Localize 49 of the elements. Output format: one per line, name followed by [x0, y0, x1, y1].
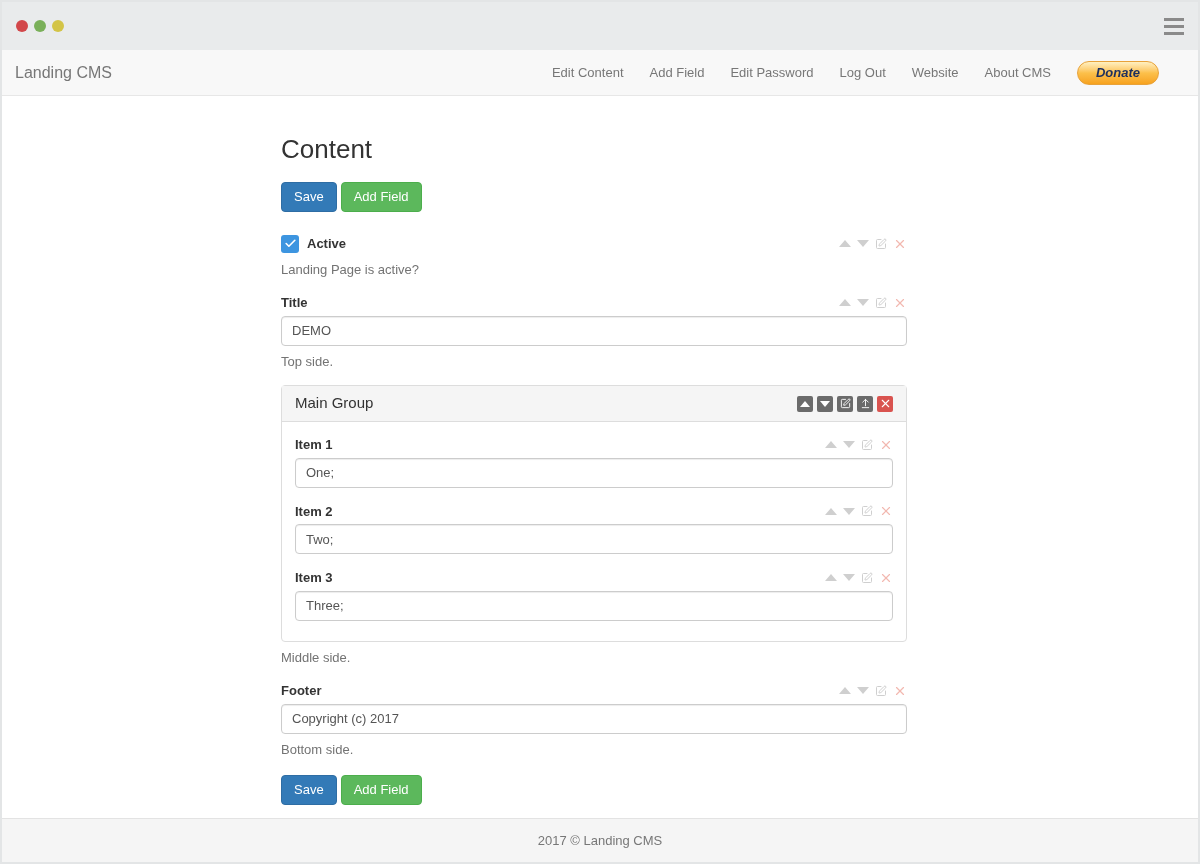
triangle-up-icon[interactable] [839, 687, 851, 695]
checkbox[interactable] [281, 234, 299, 253]
triangle-down-icon[interactable] [857, 299, 869, 307]
page-heading: Content [281, 133, 374, 166]
triangle-up-icon[interactable] [839, 299, 851, 307]
edit-icon[interactable] [837, 395, 853, 412]
nav-link[interactable]: About CMS [971, 62, 1064, 83]
triangle-up-icon[interactable] [839, 240, 851, 248]
triangle-down-icon[interactable] [843, 441, 855, 449]
nav-link[interactable]: Edit Content [538, 62, 637, 83]
field-label: Title [281, 294, 308, 312]
input-field[interactable]: Three; [295, 590, 893, 621]
donate-button[interactable]: Donate [1077, 60, 1159, 85]
help-text: Landing Page is active? [281, 260, 421, 279]
input-field[interactable]: Copyright (c) 2017 [281, 703, 907, 734]
nav-link[interactable]: Add Field [636, 62, 718, 83]
nav-link[interactable]: Edit Password [717, 62, 827, 83]
add-field-button[interactable]: Add Field [340, 182, 422, 212]
brand-link[interactable]: Landing CMS [15, 60, 112, 85]
field-label: Item 1 [295, 436, 333, 454]
save-button[interactable]: Save [281, 182, 337, 212]
field-label: Item 2 [295, 502, 333, 521]
move-down-icon[interactable] [817, 395, 833, 412]
move-up-icon[interactable] [797, 395, 813, 412]
triangle-up-icon[interactable] [825, 507, 837, 515]
triangle-up-icon[interactable] [825, 441, 837, 449]
field-label: Footer [281, 682, 322, 700]
triangle-down-icon[interactable] [843, 507, 855, 515]
help-text: Middle side. [281, 648, 352, 667]
triangle-down-icon[interactable] [857, 240, 869, 248]
close-icon[interactable] [877, 395, 893, 412]
menu-icon[interactable] [1164, 17, 1184, 35]
triangle-up-icon[interactable] [825, 574, 837, 582]
field-label: Active [307, 235, 347, 253]
group-title: Main Group [295, 393, 374, 414]
help-text: Bottom side. [281, 740, 355, 759]
triangle-down-icon[interactable] [857, 687, 869, 695]
footer-text: 2017 © Landing CMS [537, 831, 663, 850]
field-label: Item 3 [295, 569, 333, 587]
nav-link[interactable]: Website [898, 62, 972, 83]
add-field-button[interactable]: Add Field [340, 775, 422, 805]
nav-link[interactable]: Log Out [826, 62, 899, 83]
upload-icon[interactable] [857, 395, 873, 412]
input-field[interactable]: One; [295, 457, 893, 488]
input-field[interactable]: DEMO [281, 315, 907, 346]
help-text: Top side. [281, 352, 335, 371]
triangle-down-icon[interactable] [843, 574, 855, 582]
save-button[interactable]: Save [281, 775, 337, 805]
input-field[interactable]: Two; [295, 524, 893, 554]
